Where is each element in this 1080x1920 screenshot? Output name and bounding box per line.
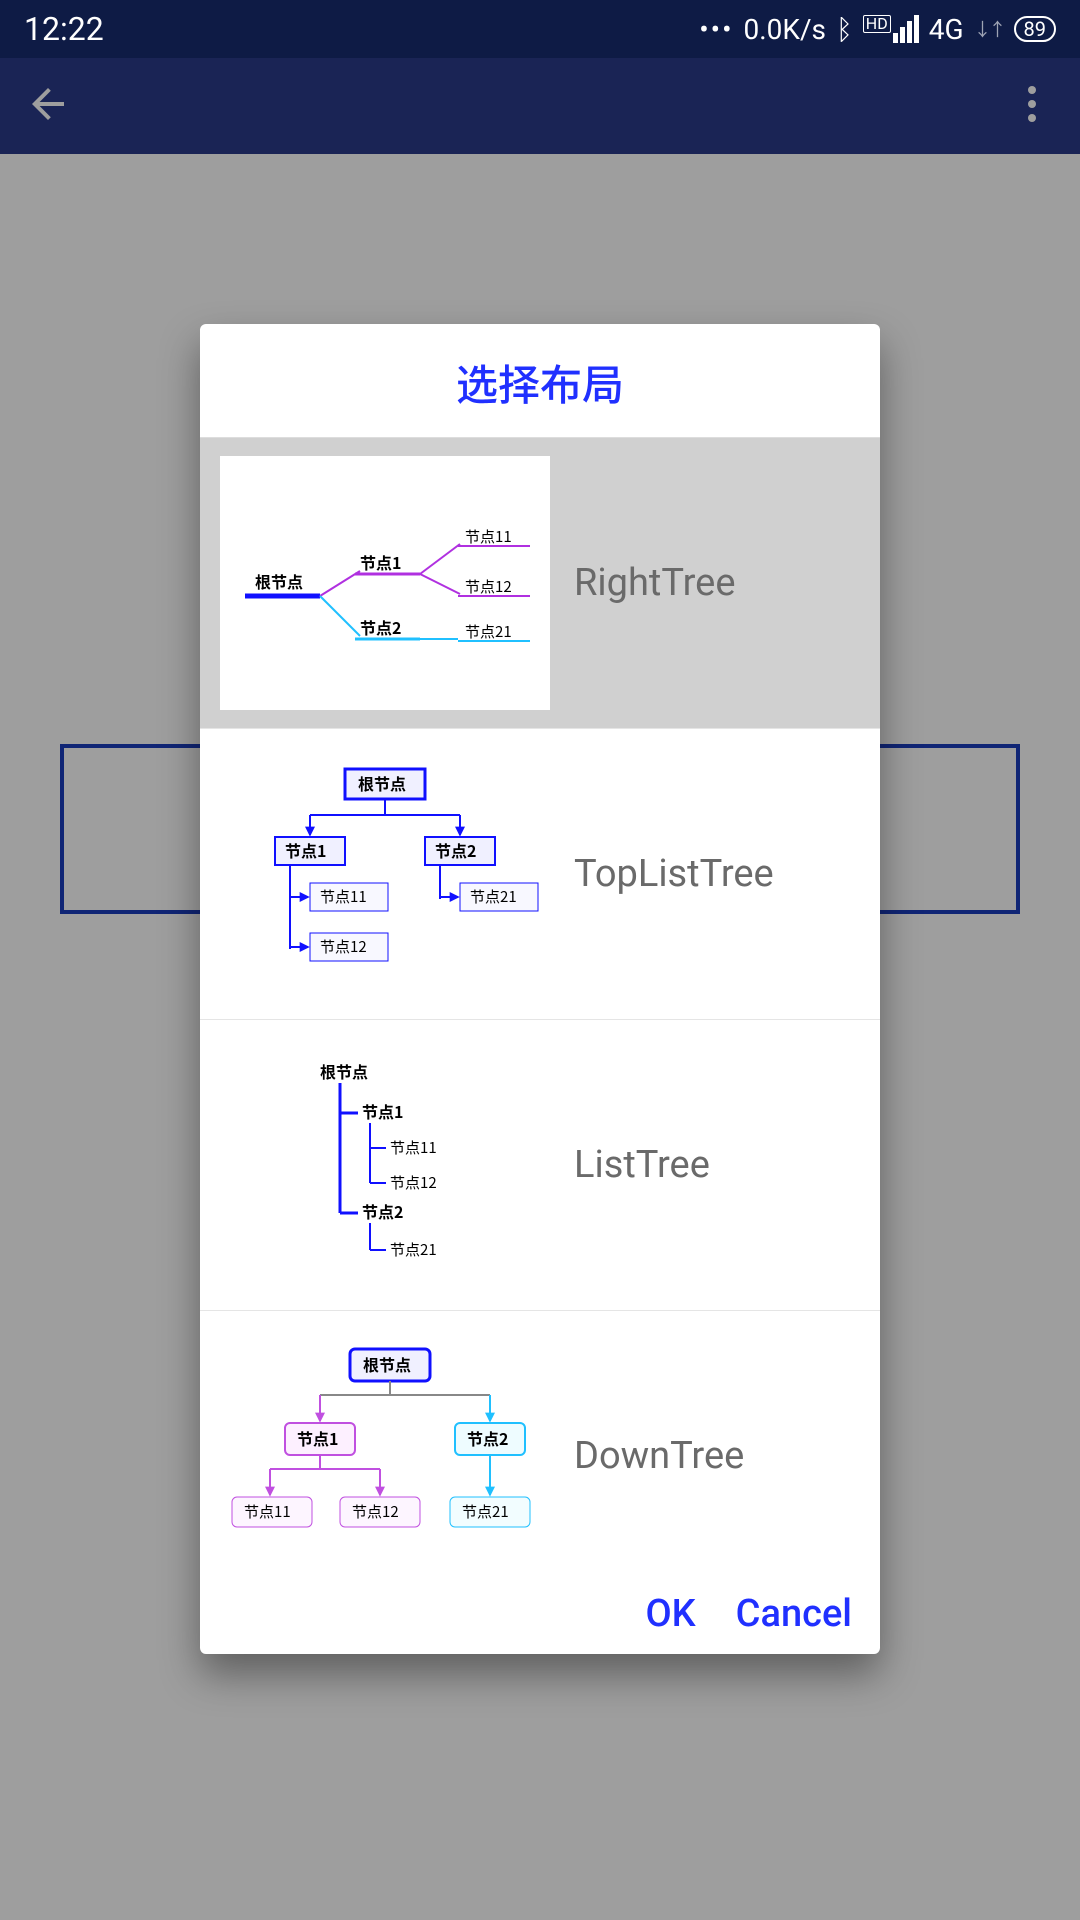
svg-text:节点1: 节点1 <box>297 1426 338 1450</box>
downtree-thumbnail: 根节点 节点1 节点11 节点12 <box>220 1329 550 1572</box>
svg-text:节点12: 节点12 <box>320 936 367 957</box>
bluetooth-icon: ᛒ <box>836 13 853 46</box>
network-type: 4G <box>929 13 964 46</box>
svg-text:节点12: 节点12 <box>390 1172 437 1193</box>
svg-text:节点1: 节点1 <box>285 838 326 862</box>
layout-option-downtree[interactable]: 根节点 节点1 节点11 节点12 <box>200 1311 880 1572</box>
svg-text:根节点: 根节点 <box>358 771 406 795</box>
svg-text:节点2: 节点2 <box>467 1426 508 1450</box>
battery-icon: 89 <box>1014 16 1056 42</box>
svg-text:根节点: 根节点 <box>255 569 303 593</box>
svg-text:节点21: 节点21 <box>462 1501 509 1522</box>
layout-option-label: TopListTree <box>574 852 774 896</box>
status-bar: 12:22 ••• 0.0K/s ᛒ HD 4G ↓↑ 89 <box>0 0 1080 58</box>
svg-text:根节点: 根节点 <box>363 1352 411 1376</box>
svg-text:节点12: 节点12 <box>352 1501 399 1522</box>
layout-option-toplisttree[interactable]: 根节点 节点1 节点2 <box>200 729 880 1020</box>
svg-text:节点2: 节点2 <box>362 1199 403 1223</box>
cancel-button[interactable]: Cancel <box>736 1592 852 1636</box>
svg-text:节点12: 节点12 <box>465 576 512 597</box>
svg-text:节点11: 节点11 <box>390 1137 437 1158</box>
svg-text:节点21: 节点21 <box>470 886 517 907</box>
status-time: 12:22 <box>24 10 104 48</box>
svg-text:节点11: 节点11 <box>465 526 512 547</box>
layout-option-label: RightTree <box>574 561 735 605</box>
dialog-actions: OK Cancel <box>200 1572 880 1654</box>
modal-scrim[interactable]: 选择布局 根节点 节点1 节点11 <box>0 58 1080 1920</box>
signal-icon <box>893 15 919 43</box>
choose-layout-dialog: 选择布局 根节点 节点1 节点11 <box>200 324 880 1654</box>
listtree-thumbnail: 根节点 节点1 节点11 节点12 节点2 <box>220 1038 550 1292</box>
layout-option-label: DownTree <box>574 1434 744 1478</box>
layout-option-listtree[interactable]: 根节点 节点1 节点11 节点12 节点2 <box>200 1020 880 1311</box>
layout-option-righttree[interactable]: 根节点 节点1 节点11 节点12 <box>200 438 880 729</box>
svg-text:节点21: 节点21 <box>390 1239 437 1260</box>
dialog-title: 选择布局 <box>200 324 880 438</box>
toplisttree-thumbnail: 根节点 节点1 节点2 <box>220 747 550 1001</box>
hd-icon: HD <box>863 15 891 33</box>
status-speed: 0.0K/s <box>744 13 826 46</box>
svg-text:根节点: 根节点 <box>320 1059 368 1083</box>
righttree-thumbnail: 根节点 节点1 节点11 节点12 <box>220 456 550 710</box>
svg-text:节点21: 节点21 <box>465 621 512 642</box>
svg-text:节点1: 节点1 <box>360 550 401 574</box>
svg-text:节点2: 节点2 <box>360 615 401 639</box>
layout-options-list: 根节点 节点1 节点11 节点12 <box>200 438 880 1572</box>
data-arrows-icon: ↓↑ <box>974 16 1004 42</box>
ok-button[interactable]: OK <box>645 1592 695 1636</box>
svg-text:节点11: 节点11 <box>320 886 367 907</box>
svg-text:节点1: 节点1 <box>362 1099 403 1123</box>
status-more-icon: ••• <box>699 13 733 46</box>
svg-text:节点2: 节点2 <box>435 838 476 862</box>
svg-text:节点11: 节点11 <box>244 1501 291 1522</box>
layout-option-label: ListTree <box>574 1143 710 1187</box>
